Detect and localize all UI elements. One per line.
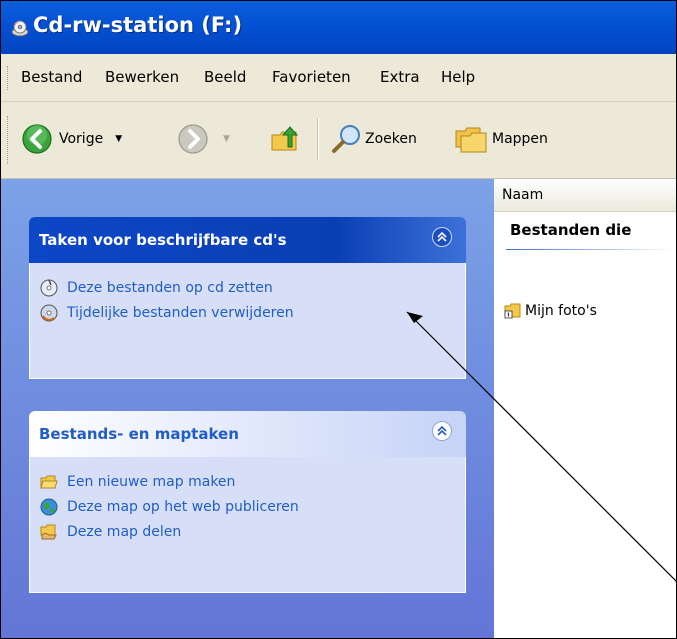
file-tasks-header[interactable]: Bestands- en maptaken [29, 411, 466, 457]
menu-favorieten[interactable]: Favorieten [272, 68, 351, 86]
up-folder-button[interactable] [269, 122, 301, 156]
cd-tasks-panel: Taken voor beschrijfbare cd's Deze besta… [29, 217, 466, 379]
group-divider [506, 249, 676, 250]
group-header: Bestanden die [510, 221, 632, 239]
menu-bar: Bestand Bewerken Beeld Favorieten Extra … [1, 54, 676, 102]
back-dropdown-icon[interactable]: ▼ [115, 134, 122, 144]
forward-arrow-icon [178, 124, 208, 154]
forward-dropdown-icon[interactable]: ▼ [223, 134, 230, 144]
file-tasks-body: Een nieuwe map maken Deze map op het web… [29, 457, 466, 593]
publish-web-icon [40, 498, 58, 515]
cd-tasks-title: Taken voor beschrijfbare cd's [39, 231, 287, 249]
task-write-cd-label: Deze bestanden op cd zetten [67, 279, 273, 296]
menu-extra[interactable]: Extra [380, 68, 420, 86]
toolbar: Vorige ▼ ▼ Zoeken Mappen [1, 102, 676, 179]
file-list-pane[interactable]: Naam Bestanden die Mijn foto's [494, 179, 676, 638]
task-publish-web[interactable]: Deze map op het web publiceren [30, 494, 465, 519]
menu-bestand[interactable]: Bestand [21, 68, 82, 86]
task-share-folder[interactable]: Deze map delen [30, 519, 465, 544]
task-delete-temp[interactable]: Tijdelijke bestanden verwijderen [30, 300, 465, 325]
collapse-icon[interactable] [432, 227, 452, 247]
toolbar-separator [317, 118, 319, 160]
search-label: Zoeken [365, 131, 417, 147]
toolbar-grip[interactable] [7, 116, 10, 164]
chevron-up-icon [437, 231, 447, 242]
cd-tasks-body: Deze bestanden op cd zetten Tijdelijke b… [29, 263, 466, 379]
folder-pending-icon [504, 303, 521, 319]
task-new-folder-label: Een nieuwe map maken [67, 473, 236, 490]
file-item-folder[interactable]: Mijn foto's [504, 303, 597, 319]
search-button[interactable]: Zoeken [331, 122, 417, 156]
menu-help[interactable]: Help [441, 68, 475, 86]
file-item-label: Mijn foto's [525, 303, 597, 319]
cd-drive-icon [11, 20, 29, 37]
task-new-folder[interactable]: Een nieuwe map maken [30, 469, 465, 494]
back-button[interactable]: Vorige ▼ [21, 122, 122, 156]
task-share-folder-label: Deze map delen [67, 523, 182, 540]
file-tasks-title: Bestands- en maptaken [39, 425, 239, 443]
back-label: Vorige [59, 131, 104, 147]
chevron-up-icon [437, 425, 447, 436]
task-write-cd[interactable]: Deze bestanden op cd zetten [30, 275, 465, 300]
folders-button[interactable]: Mappen [454, 122, 548, 156]
task-delete-temp-label: Tijdelijke bestanden verwijderen [67, 304, 294, 321]
folders-icon [455, 127, 487, 153]
window-title: Cd-rw-station (F:) [33, 13, 243, 37]
column-header-label: Naam [502, 187, 544, 203]
cd-delete-icon [40, 304, 58, 321]
explorer-window: Cd-rw-station (F:) Bestand Bewerken Beel… [0, 0, 677, 639]
search-icon [332, 125, 360, 153]
new-folder-icon [40, 475, 58, 488]
cd-write-icon [40, 279, 58, 296]
menu-bewerken[interactable]: Bewerken [105, 68, 179, 86]
task-publish-web-label: Deze map op het web publiceren [67, 498, 299, 515]
collapse-icon[interactable] [432, 421, 452, 441]
back-arrow-icon [22, 124, 52, 154]
file-tasks-panel: Bestands- en maptaken Een nieuwe map mak… [29, 411, 466, 593]
task-pane: Taken voor beschrijfbare cd's Deze besta… [1, 179, 494, 638]
up-folder-icon [271, 126, 299, 151]
menu-beeld[interactable]: Beeld [204, 68, 246, 86]
cd-tasks-header[interactable]: Taken voor beschrijfbare cd's [29, 217, 466, 263]
title-bar[interactable]: Cd-rw-station (F:) [1, 1, 676, 54]
forward-button[interactable]: ▼ [177, 122, 230, 156]
column-header-name[interactable]: Naam [494, 179, 676, 212]
folders-label: Mappen [492, 131, 548, 147]
share-folder-icon [40, 524, 57, 539]
menu-grip[interactable] [7, 66, 10, 90]
